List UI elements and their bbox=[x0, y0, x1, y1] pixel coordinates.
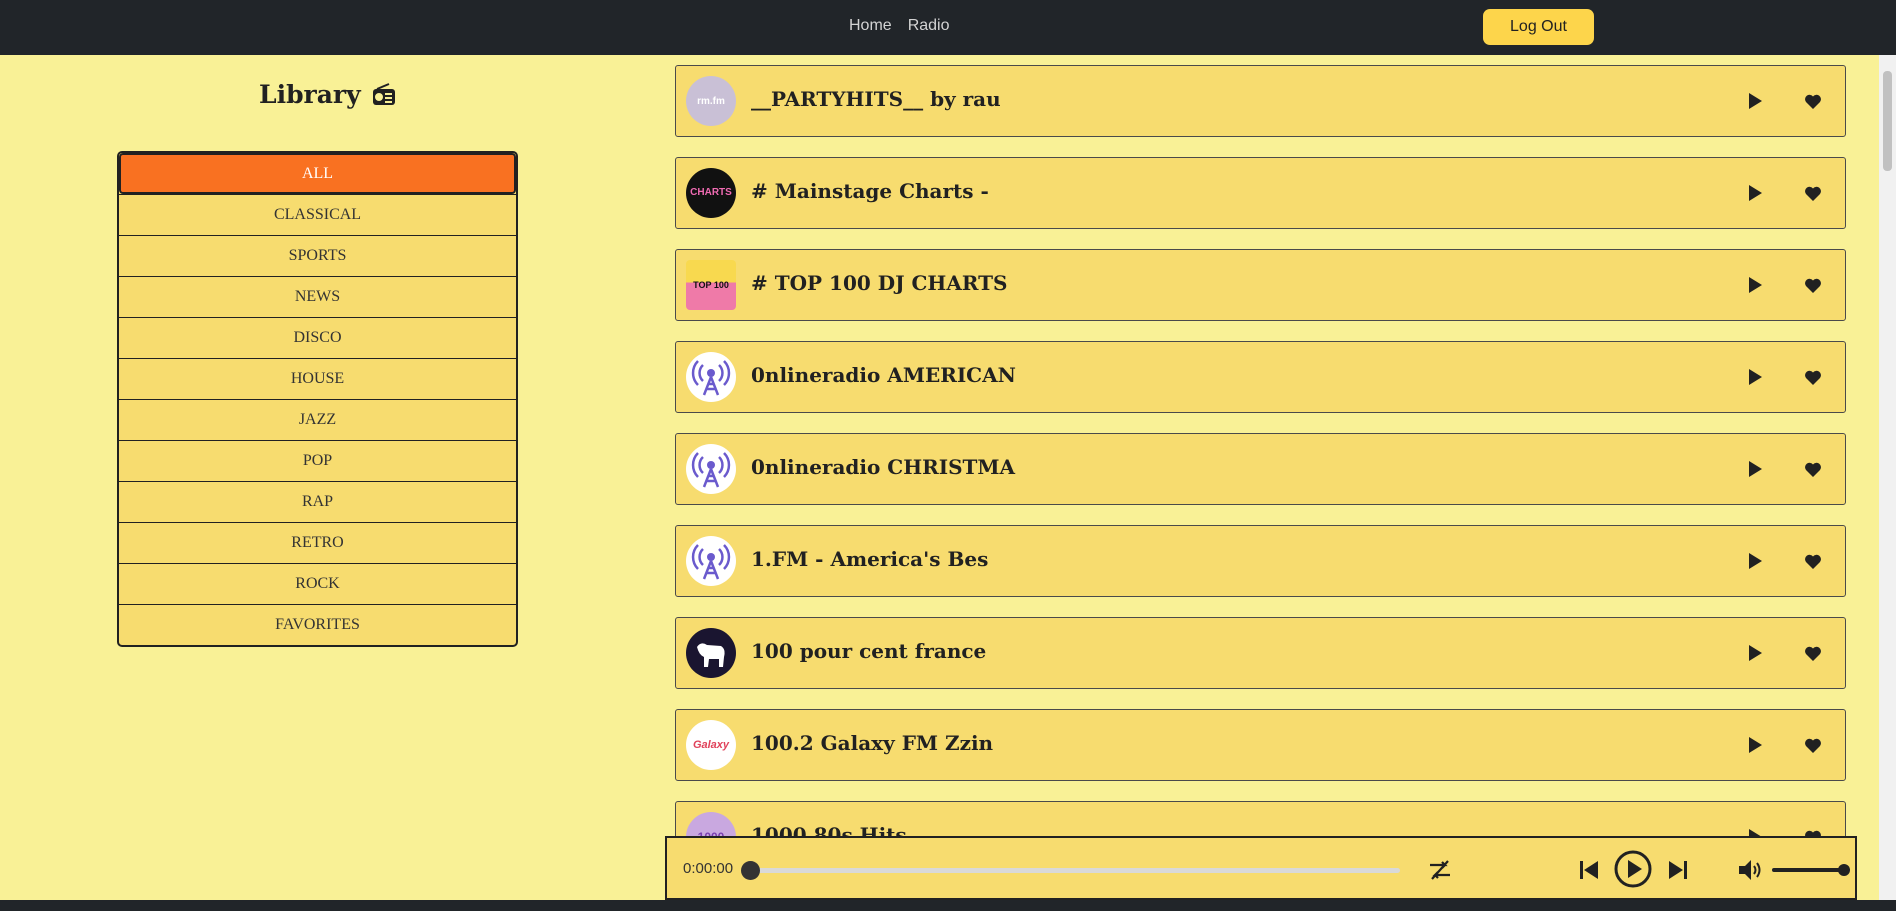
station-card: rm.fm __PARTYHITS__ by rau bbox=[675, 65, 1846, 137]
genre-retro[interactable]: RETRO bbox=[119, 522, 516, 563]
elapsed-time: 0:00:00 bbox=[683, 860, 734, 877]
library-title: Library bbox=[259, 80, 361, 109]
previous-icon[interactable] bbox=[1578, 859, 1600, 881]
heart-icon[interactable] bbox=[1804, 461, 1822, 479]
top-navbar: Home Radio Log Out bbox=[0, 0, 1896, 55]
galaxy-fm-logo: Galaxy bbox=[686, 720, 736, 770]
genre-all[interactable]: ALL bbox=[119, 153, 516, 194]
heart-icon[interactable] bbox=[1804, 645, 1822, 663]
genre-news[interactable]: NEWS bbox=[119, 276, 516, 317]
station-logo-text: Galaxy bbox=[692, 739, 730, 751]
station-card: CHARTS # Mainstage Charts - bbox=[675, 157, 1846, 229]
genre-rock[interactable]: ROCK bbox=[119, 563, 516, 604]
genre-favorites[interactable]: FAVORITES bbox=[119, 604, 516, 645]
genre-jazz[interactable]: JAZZ bbox=[119, 399, 516, 440]
volume-icon[interactable] bbox=[1737, 858, 1765, 882]
station-name: __PARTYHITS__ by rau bbox=[751, 87, 1001, 111]
play-icon[interactable] bbox=[1746, 92, 1764, 110]
heart-icon[interactable] bbox=[1804, 277, 1822, 295]
heart-icon[interactable] bbox=[1804, 93, 1822, 111]
play-icon[interactable] bbox=[1746, 184, 1764, 202]
deejay-charts-logo: TOP 100 bbox=[686, 260, 736, 310]
station-card: 100 pour cent france bbox=[675, 617, 1846, 689]
genre-sports[interactable]: SPORTS bbox=[119, 235, 516, 276]
radio-icon bbox=[371, 82, 397, 107]
station-name: 0nlineradio CHRISTMA bbox=[751, 455, 1016, 479]
play-icon[interactable] bbox=[1746, 552, 1764, 570]
play-icon[interactable] bbox=[1746, 736, 1764, 754]
station-name: 0nlineradio AMERICAN bbox=[751, 363, 1016, 387]
next-icon[interactable] bbox=[1667, 859, 1689, 881]
station-name: 1.FM - America's Bes bbox=[751, 547, 989, 571]
charts-mainstage-logo: CHARTS bbox=[686, 168, 736, 218]
genre-list: ALL CLASSICAL SPORTS NEWS DISCO HOUSE JA… bbox=[117, 151, 518, 647]
station-name: # TOP 100 DJ CHARTS bbox=[751, 271, 1008, 295]
heart-icon[interactable] bbox=[1804, 185, 1822, 203]
rm-fm-logo: rm.fm bbox=[686, 76, 736, 126]
nav-radio-link[interactable]: Radio bbox=[908, 17, 950, 35]
nav-links: Home Radio bbox=[849, 17, 950, 35]
station-card: 0nlineradio CHRISTMA bbox=[675, 433, 1846, 505]
station-name: 100 pour cent france bbox=[751, 639, 987, 663]
station-card: Galaxy 100.2 Galaxy FM Zzin bbox=[675, 709, 1846, 781]
station-logo-text: CHARTS bbox=[690, 187, 732, 198]
genre-rap[interactable]: RAP bbox=[119, 481, 516, 522]
volume-thumb[interactable] bbox=[1838, 864, 1850, 876]
radio-tower-icon bbox=[686, 536, 736, 586]
heart-icon[interactable] bbox=[1804, 369, 1822, 387]
play-icon[interactable] bbox=[1746, 368, 1764, 386]
genre-classical[interactable]: CLASSICAL bbox=[119, 194, 516, 235]
play-icon[interactable] bbox=[1746, 644, 1764, 662]
radio-tower-icon bbox=[686, 444, 736, 494]
page-scrollbar[interactable] bbox=[1879, 55, 1896, 900]
genre-pop[interactable]: POP bbox=[119, 440, 516, 481]
shuffle-icon[interactable] bbox=[1427, 857, 1453, 883]
play-icon[interactable] bbox=[1746, 460, 1764, 478]
station-card: 0nlineradio AMERICAN bbox=[675, 341, 1846, 413]
station-list: rm.fm __PARTYHITS__ by rau CHARTS # Main… bbox=[675, 65, 1846, 893]
genre-disco[interactable]: DISCO bbox=[119, 317, 516, 358]
station-card: TOP 100 # TOP 100 DJ CHARTS bbox=[675, 249, 1846, 321]
logout-button[interactable]: Log Out bbox=[1483, 9, 1594, 45]
volume-fill bbox=[1772, 868, 1844, 872]
progress-thumb[interactable] bbox=[741, 861, 760, 880]
volume-slider[interactable] bbox=[1772, 864, 1850, 876]
station-name: # Mainstage Charts - bbox=[751, 179, 989, 203]
genre-house[interactable]: HOUSE bbox=[119, 358, 516, 399]
dog-logo bbox=[686, 628, 736, 678]
radio-tower-icon bbox=[686, 352, 736, 402]
library-heading: Library bbox=[259, 80, 397, 109]
station-logo-text: TOP 100 bbox=[693, 280, 729, 290]
play-pause-icon[interactable] bbox=[1613, 849, 1653, 889]
footer-strip bbox=[0, 900, 1896, 911]
heart-icon[interactable] bbox=[1804, 737, 1822, 755]
station-name: 100.2 Galaxy FM Zzin bbox=[751, 731, 994, 755]
nav-home-link[interactable]: Home bbox=[849, 17, 892, 35]
station-logo-text: rm.fm bbox=[697, 95, 725, 107]
progress-slider[interactable] bbox=[741, 861, 1400, 880]
audio-player: 0:00:00 bbox=[665, 836, 1857, 900]
station-card: 1.FM - America's Bes bbox=[675, 525, 1846, 597]
play-icon[interactable] bbox=[1746, 276, 1764, 294]
scrollbar-thumb[interactable] bbox=[1883, 71, 1892, 171]
heart-icon[interactable] bbox=[1804, 553, 1822, 571]
